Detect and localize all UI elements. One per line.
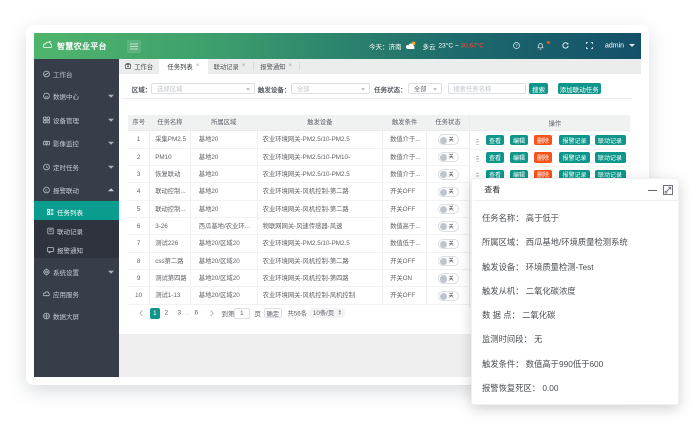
svg-text:?: ? [515,43,518,48]
svg-text:C: C [45,188,48,193]
